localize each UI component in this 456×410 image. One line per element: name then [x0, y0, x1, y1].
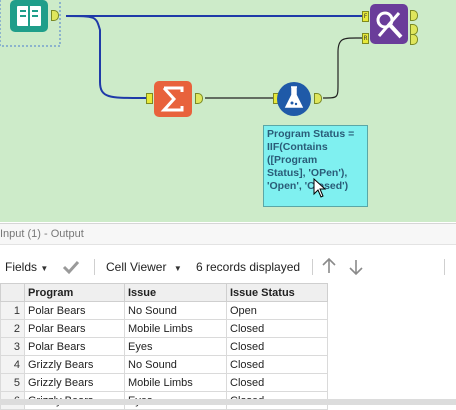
- cell-issue[interactable]: Eyes: [124, 337, 227, 356]
- cell-viewer-menu[interactable]: Cell Viewer ▼: [106, 253, 182, 281]
- results-toolbar: Fields ▼ Cell Viewer ▼ 6 records display…: [0, 253, 456, 281]
- scroll-down-button[interactable]: [347, 253, 365, 281]
- cell-viewer-label: Cell Viewer: [106, 260, 167, 274]
- grid-header-row: Program Issue Issue Status: [0, 283, 328, 302]
- join-icon: [376, 11, 403, 39]
- workflow-canvas[interactable]: F R Program Status = IIF(Contains ([Prog…: [0, 0, 456, 222]
- cell-issue-status[interactable]: Closed: [226, 319, 328, 338]
- cell-issue[interactable]: No Sound: [124, 355, 227, 374]
- annotation-line-3: ([Program: [267, 154, 318, 166]
- arrow-down-icon: [349, 260, 363, 276]
- join-left-anchor-label: F: [363, 13, 368, 20]
- row-number: 3: [0, 337, 25, 356]
- cell-program[interactable]: Polar Bears: [24, 319, 125, 338]
- row-number: 5: [0, 373, 25, 392]
- table-row[interactable]: 2 Polar Bears Mobile Limbs Closed: [0, 319, 328, 338]
- cell-program[interactable]: Grizzly Bears: [24, 355, 125, 374]
- horizontal-scrollbar[interactable]: [0, 399, 456, 405]
- cell-issue[interactable]: No Sound: [124, 301, 227, 320]
- annotation-line-1: Program Status =: [267, 128, 355, 140]
- join-tool[interactable]: [370, 4, 408, 44]
- flask-icon: [277, 82, 311, 116]
- cell-program[interactable]: Polar Bears: [24, 337, 125, 356]
- sigma-icon: [160, 86, 184, 112]
- book-icon: [17, 6, 41, 26]
- table-row[interactable]: 4 Grizzly Bears No Sound Closed: [0, 355, 328, 374]
- records-count: 6 records displayed: [196, 260, 301, 274]
- cell-issue[interactable]: Mobile Limbs: [124, 319, 227, 338]
- cell-issue-status[interactable]: Open: [226, 301, 328, 320]
- row-number: 4: [0, 355, 25, 374]
- toolbar-separator: [444, 259, 445, 275]
- fields-menu[interactable]: Fields ▼: [5, 253, 48, 281]
- wire-formula-to-join: [322, 37, 362, 99]
- toolbar-separator: [312, 259, 313, 275]
- wire-input-to-summarize: [65, 15, 146, 99]
- table-row[interactable]: 5 Grizzly Bears Mobile Limbs Closed: [0, 373, 328, 392]
- results-window-title: Input (1) - Output: [0, 223, 456, 245]
- cell-program[interactable]: Grizzly Bears: [24, 373, 125, 392]
- cell-program[interactable]: Polar Bears: [24, 301, 125, 320]
- arrow-up-icon: [322, 257, 336, 273]
- join-right-anchor-label: R: [363, 35, 368, 42]
- cell-issue-status[interactable]: Closed: [226, 355, 328, 374]
- fields-label: Fields: [5, 260, 38, 274]
- row-number: 1: [0, 301, 25, 320]
- annotation-line-2: IIF(Contains: [267, 141, 328, 153]
- row-number: 2: [0, 319, 25, 338]
- chevron-down-icon: ▼: [173, 264, 182, 273]
- column-header-issue[interactable]: Issue: [124, 283, 227, 302]
- cell-issue-status[interactable]: Closed: [226, 373, 328, 392]
- toolbar-separator: [94, 259, 95, 275]
- checkmark-icon: [62, 260, 80, 275]
- table-row[interactable]: 3 Polar Bears Eyes Closed: [0, 337, 328, 356]
- results-grid: Program Issue Issue Status 1 Polar Bears…: [0, 283, 328, 410]
- formula-tool[interactable]: [276, 78, 312, 118]
- mouse-cursor-icon: [313, 178, 327, 198]
- apply-checkmark-button[interactable]: [62, 253, 80, 281]
- column-header-program[interactable]: Program: [24, 283, 125, 302]
- chevron-down-icon: ▼: [40, 264, 49, 273]
- column-header-issue-status[interactable]: Issue Status: [226, 283, 328, 302]
- table-row[interactable]: 1 Polar Bears No Sound Open: [0, 301, 328, 320]
- input-tool[interactable]: [10, 0, 48, 32]
- cell-issue[interactable]: Mobile Limbs: [124, 373, 227, 392]
- summarize-tool[interactable]: [154, 81, 192, 117]
- row-number-header: [0, 283, 25, 302]
- scroll-up-button[interactable]: [320, 253, 338, 281]
- cell-issue-status[interactable]: Closed: [226, 337, 328, 356]
- summarize-input-anchor[interactable]: [146, 93, 153, 104]
